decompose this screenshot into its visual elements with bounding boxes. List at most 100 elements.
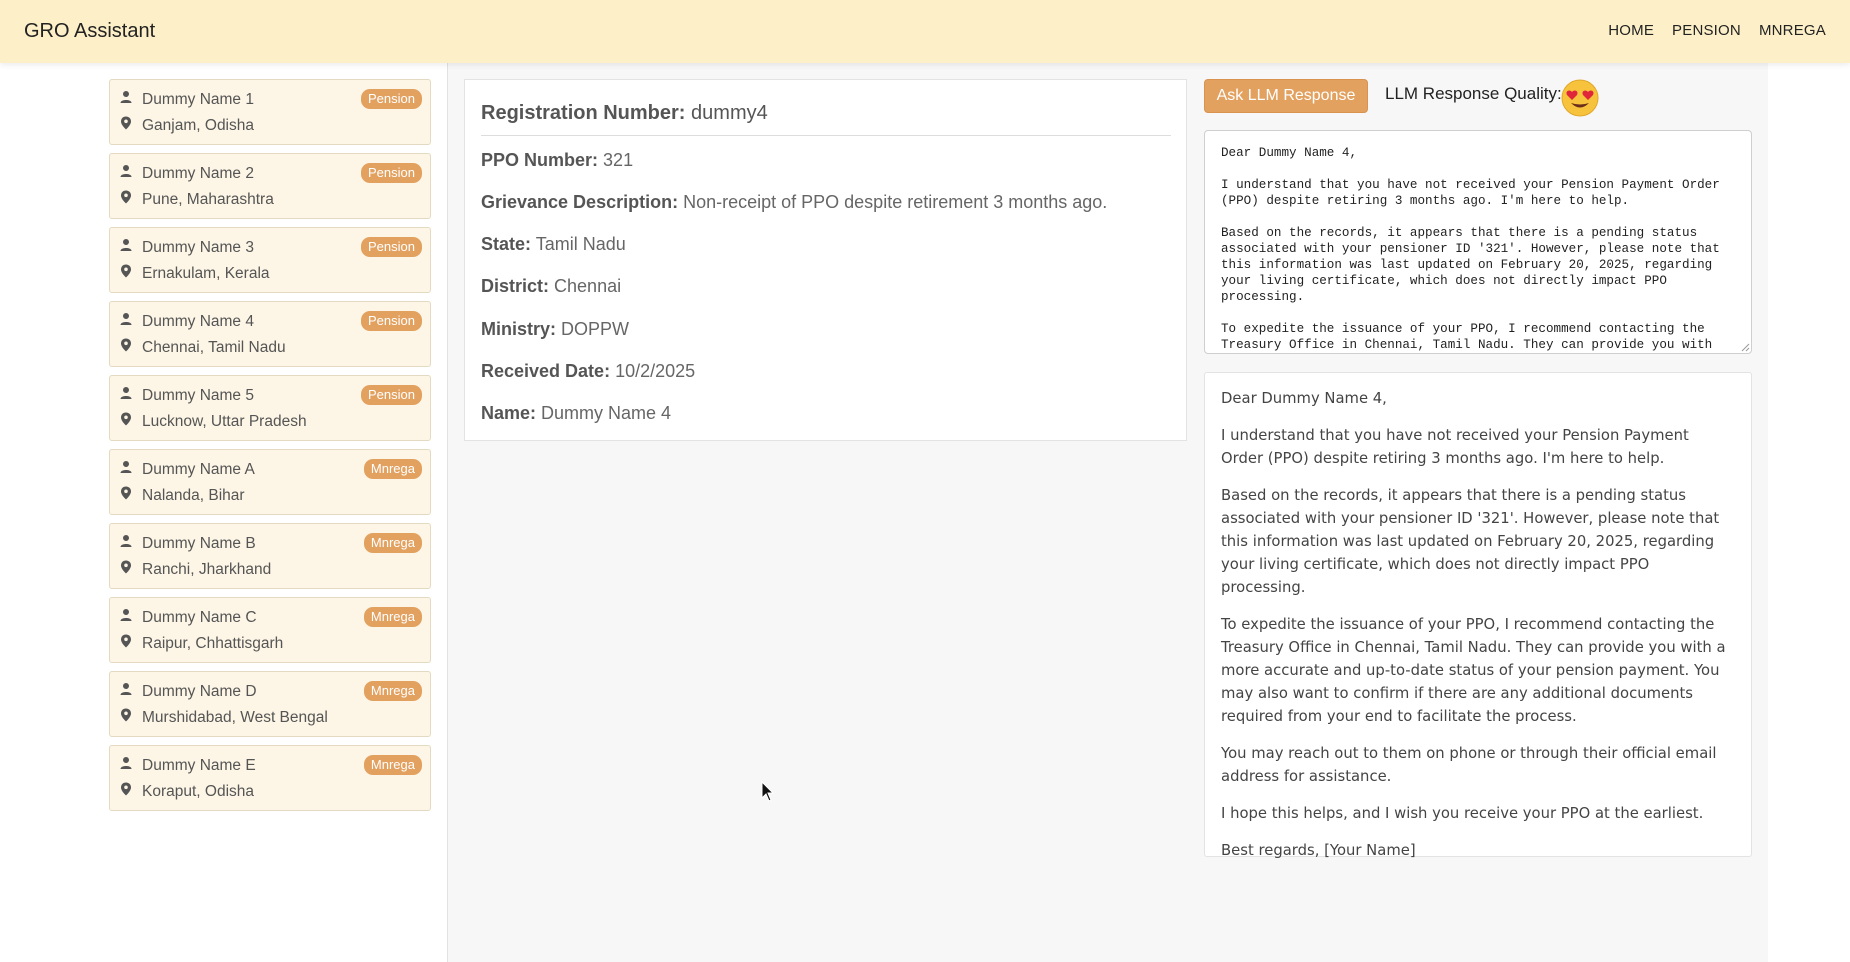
card-name: Dummy Name A	[142, 460, 255, 478]
grievance-card[interactable]: Dummy Name 2 Pune, Maharashtra Pension	[109, 153, 431, 219]
llm-response-preview: Dear Dummy Name 4, I understand that you…	[1204, 372, 1752, 859]
grievance-card[interactable]: Dummy Name 3 Ernakulam, Kerala Pension	[109, 227, 431, 293]
card-location-row: Koraput, Odisha	[120, 782, 254, 801]
details-divider	[481, 135, 1171, 136]
category-badge: Pension	[361, 89, 422, 109]
card-location: Chennai, Tamil Nadu	[142, 338, 286, 356]
location-pin-icon	[120, 338, 132, 357]
nav-links: HOME PENSION MNREGA	[1608, 22, 1826, 39]
card-location: Ernakulam, Kerala	[142, 264, 270, 282]
top-navbar: GRO Assistant HOME PENSION MNREGA	[0, 0, 1850, 63]
card-location: Raipur, Chhattisgarh	[142, 634, 284, 652]
card-location-row: Pune, Maharashtra	[120, 190, 274, 209]
card-location-row: Ernakulam, Kerala	[120, 264, 270, 283]
nav-home-link[interactable]: HOME	[1608, 22, 1654, 39]
name-field: Name: Dummy Name 4	[481, 403, 671, 424]
card-name-row: Dummy Name C	[120, 608, 257, 627]
person-icon	[120, 386, 132, 405]
state-value: Tamil Nadu	[535, 234, 626, 254]
grievance-label: Grievance Description:	[481, 192, 679, 212]
district-field: District: Chennai	[481, 276, 621, 297]
app-title[interactable]: GRO Assistant	[24, 20, 155, 43]
nav-mnrega-link[interactable]: MNREGA	[1759, 22, 1826, 39]
grievance-card[interactable]: Dummy Name D Murshidabad, West Bengal Mnre…	[109, 671, 431, 737]
heart-eyes-emoji-icon[interactable]	[1561, 79, 1599, 117]
location-pin-icon	[120, 264, 132, 283]
person-icon	[120, 682, 132, 701]
grievance-card[interactable]: Dummy Name C Raipur, Chhattisgarh Mnrega	[109, 597, 431, 663]
name-value: Dummy Name 4	[541, 403, 672, 423]
card-location: Murshidabad, West Bengal	[142, 708, 328, 726]
card-name-row: Dummy Name 5	[120, 386, 254, 405]
card-location: Pune, Maharashtra	[142, 190, 274, 208]
person-icon	[120, 90, 132, 109]
category-badge: Mnrega	[363, 681, 422, 701]
nav-pension-link[interactable]: PENSION	[1672, 22, 1741, 39]
location-pin-icon	[120, 190, 132, 209]
card-name-row: Dummy Name E	[120, 756, 256, 775]
card-location-row: Ganjam, Odisha	[120, 116, 254, 135]
card-name: Dummy Name D	[142, 682, 257, 700]
grievance-card[interactable]: Dummy Name E Koraput, Odisha Mnrega	[109, 745, 431, 811]
location-pin-icon	[120, 782, 132, 801]
grievance-card[interactable]: Dummy Name 4 Chennai, Tamil Nadu Pension	[109, 301, 431, 367]
card-name-row: Dummy Name 2	[120, 164, 254, 183]
ppo-value: 321	[603, 150, 634, 170]
card-name-row: Dummy Name D	[120, 682, 257, 701]
grievance-description-field: Grievance Description: Non-receipt of PP…	[481, 192, 1107, 213]
card-name: Dummy Name E	[142, 756, 256, 774]
person-icon	[120, 608, 132, 627]
name-label: Name:	[481, 403, 537, 423]
card-name-row: Dummy Name A	[120, 460, 255, 479]
district-value: Chennai	[554, 276, 622, 296]
resize-grip-icon[interactable]	[1740, 342, 1750, 352]
person-icon	[120, 312, 132, 331]
category-badge: Mnrega	[363, 533, 422, 553]
person-icon	[120, 534, 132, 553]
district-label: District:	[481, 276, 550, 296]
preview-paragraph: I understand that you have not received …	[1221, 427, 1689, 467]
grievance-card[interactable]: Dummy Name B Ranchi, Jharkhand Mnrega	[109, 523, 431, 589]
card-location-row: Chennai, Tamil Nadu	[120, 338, 286, 357]
card-name: Dummy Name 2	[142, 164, 254, 182]
preview-paragraph: Best regards, [Your Name]	[1221, 842, 1416, 859]
ppo-label: PPO Number:	[481, 150, 599, 170]
category-badge: Mnrega	[363, 607, 422, 627]
preview-paragraph: Dear Dummy Name 4,	[1221, 390, 1387, 407]
category-badge: Pension	[361, 237, 422, 257]
llm-quality-label: LLM Response Quality:	[1385, 84, 1562, 103]
card-location-row: Lucknow, Uttar Pradesh	[120, 412, 307, 431]
card-location: Koraput, Odisha	[142, 782, 255, 800]
preview-paragraph: I hope this helps, and I wish you receiv…	[1221, 805, 1704, 822]
card-name: Dummy Name 4	[142, 312, 254, 330]
grievance-card[interactable]: Dummy Name 1 Ganjam, Odisha Pension	[109, 79, 431, 145]
state-label: State:	[481, 234, 532, 254]
card-name: Dummy Name 5	[142, 386, 254, 404]
person-icon	[120, 164, 132, 183]
card-name: Dummy Name C	[142, 608, 257, 626]
grievance-value: Non-receipt of PPO despite retirement 3 …	[683, 192, 1108, 212]
card-name-row: Dummy Name 3	[120, 238, 254, 257]
location-pin-icon	[120, 560, 132, 579]
card-name: Dummy Name 3	[142, 238, 254, 256]
registration-number: Registration Number: dummy4	[481, 102, 768, 125]
llm-response-textarea[interactable]: Dear Dummy Name 4, I understand that you…	[1204, 130, 1752, 354]
category-badge: Mnrega	[363, 755, 422, 775]
grievance-card[interactable]: Dummy Name A Nalanda, Bihar Mnrega	[109, 449, 431, 515]
ask-llm-response-button[interactable]: Ask LLM Response	[1204, 79, 1368, 113]
card-location-row: Nalanda, Bihar	[120, 486, 245, 505]
person-icon	[120, 460, 132, 479]
state-field: State: Tamil Nadu	[481, 234, 626, 255]
ppo-number-field: PPO Number: 321	[481, 150, 633, 171]
grievance-card[interactable]: Dummy Name 5 Lucknow, Uttar Pradesh Pensio…	[109, 375, 431, 441]
registration-value: dummy4	[691, 102, 768, 124]
category-badge: Pension	[361, 163, 422, 183]
card-location: Ganjam, Odisha	[142, 116, 254, 134]
received-date-field: Received Date: 10/2/2025	[481, 361, 695, 382]
card-location: Nalanda, Bihar	[142, 486, 245, 504]
category-badge: Pension	[361, 311, 422, 331]
card-location-row: Murshidabad, West Bengal	[120, 708, 328, 727]
card-name-row: Dummy Name 4	[120, 312, 254, 331]
card-location: Lucknow, Uttar Pradesh	[142, 412, 307, 430]
grievance-list: Dummy Name 1 Ganjam, Odisha Pension Dummy N…	[109, 79, 431, 819]
